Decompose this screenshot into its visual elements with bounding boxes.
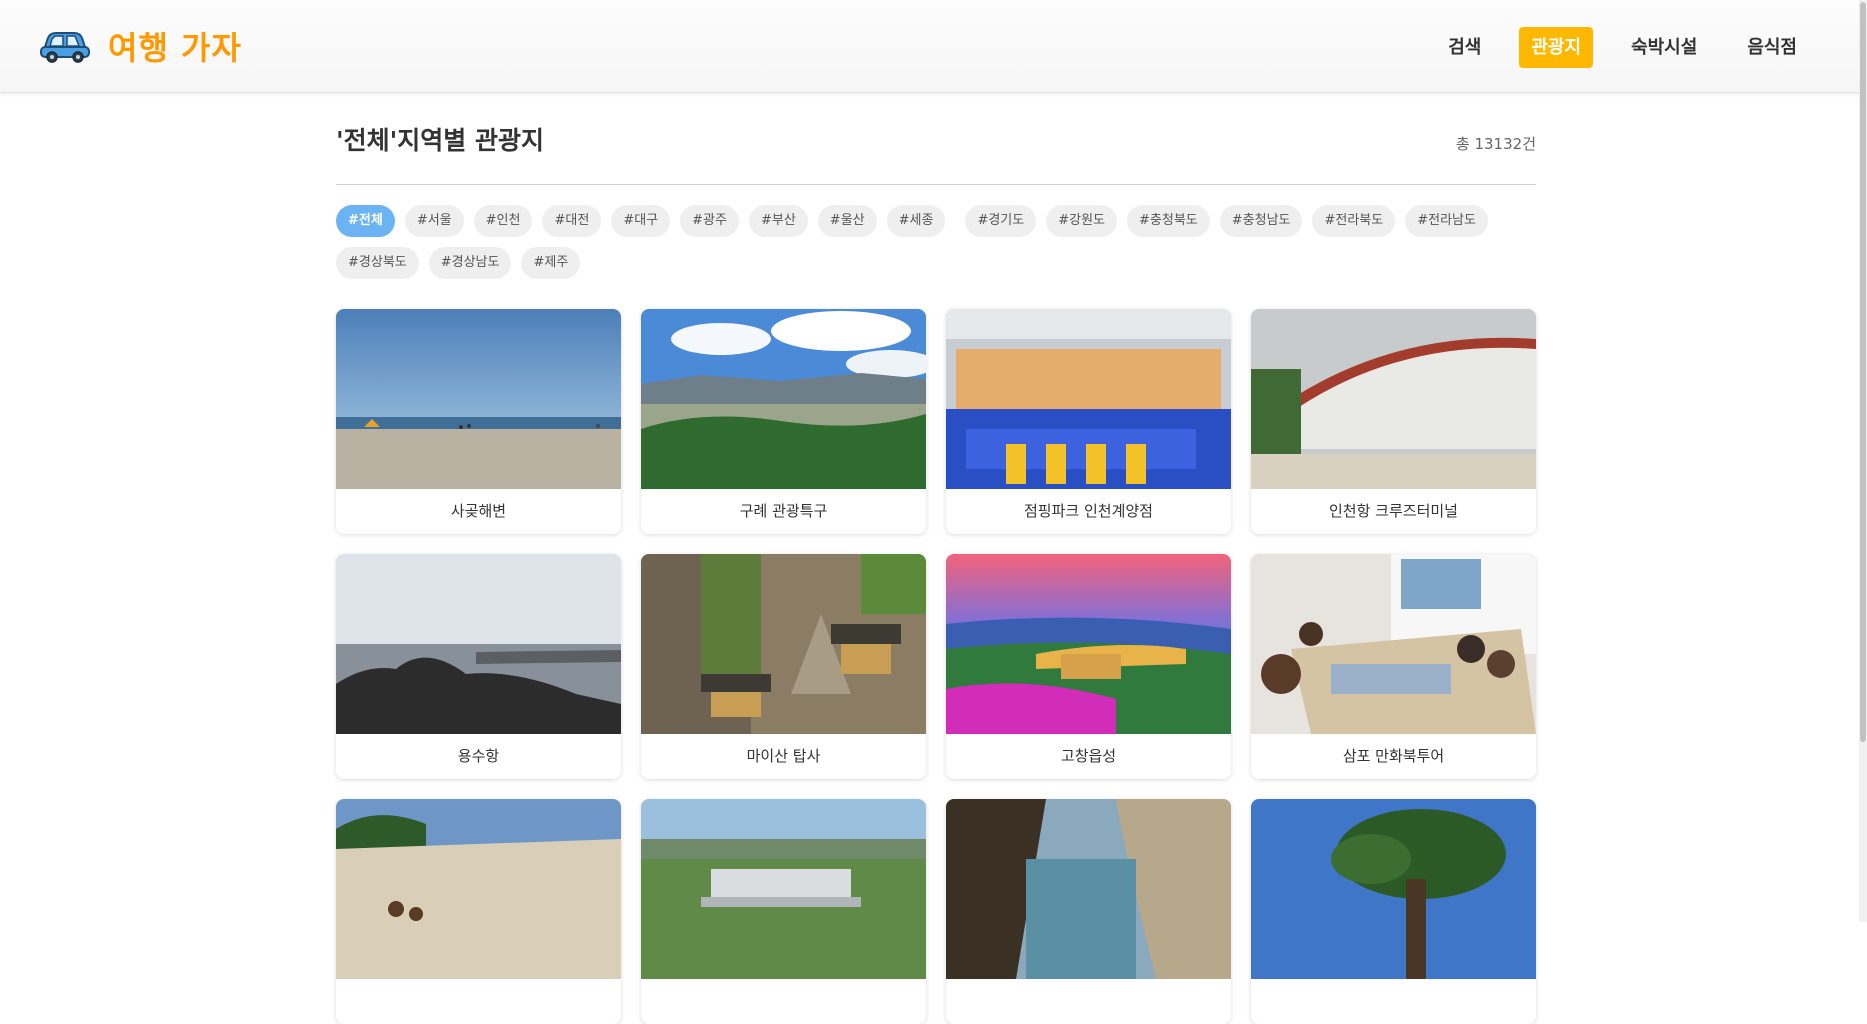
attraction-card[interactable]: 고창읍성 xyxy=(946,554,1231,779)
tag-daegu[interactable]: #대구 xyxy=(611,205,671,237)
tag-gwangju[interactable]: #광주 xyxy=(680,205,739,237)
attraction-name xyxy=(336,979,621,1024)
attraction-card[interactable] xyxy=(946,799,1231,1024)
beach-photo xyxy=(336,309,621,489)
stone-tower-temple-photo xyxy=(641,554,926,734)
attraction-name: 고창읍성 xyxy=(1060,747,1117,765)
tag-busan[interactable]: #부산 xyxy=(748,205,808,237)
tag-seoul[interactable]: #서울 xyxy=(404,205,464,237)
tag-jeonnam[interactable]: #전라남도 xyxy=(1405,205,1488,237)
attraction-name: 사곶해변 xyxy=(450,502,507,520)
nav-search[interactable]: 검색 xyxy=(1436,27,1493,68)
museum-building-photo xyxy=(641,799,926,979)
page-scrollbar[interactable] xyxy=(1859,0,1867,922)
title-row: '전체'지역별 관광지 총 13132건 xyxy=(336,93,1536,185)
attraction-grid: 사곶해변 구례 관광특구 점핑파크 인천계양점 인천항 크루즈터미널 용수항 마… xyxy=(336,309,1536,1024)
attraction-card[interactable] xyxy=(1251,799,1536,1024)
cruise-terminal-photo xyxy=(1251,309,1536,489)
site-header: 여행 가자 검색 관광지 숙박시설 음식점 xyxy=(0,0,1867,93)
page-title: '전체'지역별 관광지 xyxy=(336,126,545,155)
region-tags: #전체 #서울 #인천 #대전 #대구 #광주 #부산 #울산 #세종 #경기도… xyxy=(336,205,1536,289)
fortress-flowers-photo xyxy=(946,554,1231,734)
attraction-name: 인천항 크루즈터미널 xyxy=(1329,502,1458,520)
tag-ulsan[interactable]: #울산 xyxy=(817,205,877,237)
attraction-name xyxy=(946,979,1231,1024)
tag-chungbuk[interactable]: #충청북도 xyxy=(1127,205,1210,237)
tag-sejong[interactable]: #세종 xyxy=(886,205,946,237)
tag-gyeongnam[interactable]: #경상남도 xyxy=(428,247,512,279)
attraction-card[interactable] xyxy=(641,799,926,1024)
attraction-name: 삼포 만화북투어 xyxy=(1342,747,1445,765)
sea-cliff-photo xyxy=(946,799,1231,979)
main-content: '전체'지역별 관광지 총 13132건 #전체 #서울 #인천 #대전 #대구… xyxy=(336,93,1536,1024)
result-count: 총 13132건 xyxy=(1455,135,1536,153)
nav-restaurants[interactable]: 음식점 xyxy=(1735,27,1809,68)
tag-chungnam[interactable]: #충청남도 xyxy=(1219,205,1303,237)
logo[interactable]: 여행 가자 xyxy=(38,22,242,70)
attraction-card[interactable]: 인천항 크루즈터미널 xyxy=(1251,309,1536,534)
tag-all[interactable]: #전체 xyxy=(336,205,395,237)
logo-text: 여행 가자 xyxy=(108,29,242,67)
main-nav: 검색 관광지 숙박시설 음식점 xyxy=(1410,27,1809,68)
tag-gyeonggi[interactable]: #경기도 xyxy=(965,205,1037,237)
attraction-name xyxy=(1251,979,1536,1024)
tag-jeonbuk[interactable]: #전라북도 xyxy=(1312,205,1396,237)
meeting-room-photo xyxy=(1251,554,1536,734)
attraction-name: 구례 관광특구 xyxy=(739,502,828,520)
tag-daejeon[interactable]: #대전 xyxy=(542,205,602,237)
attraction-name: 용수항 xyxy=(457,747,500,765)
attraction-card[interactable]: 사곶해변 xyxy=(336,309,621,534)
attraction-card[interactable]: 점핑파크 인천계양점 xyxy=(946,309,1231,534)
tag-gyeongbuk[interactable]: #경상북도 xyxy=(336,247,419,279)
tag-gangwon[interactable]: #강원도 xyxy=(1046,205,1118,237)
jumping-park-photo xyxy=(946,309,1231,489)
attraction-card[interactable]: 마이산 탑사 xyxy=(641,554,926,779)
nav-lodging[interactable]: 숙박시설 xyxy=(1619,27,1709,68)
attraction-card[interactable]: 구례 관광특구 xyxy=(641,309,926,534)
attraction-name: 마이산 탑사 xyxy=(746,747,821,765)
attraction-card[interactable]: 삼포 만화북투어 xyxy=(1251,554,1536,779)
sand-dune-photo xyxy=(336,799,621,979)
attraction-card[interactable] xyxy=(336,799,621,1024)
old-tree-photo xyxy=(1251,799,1536,979)
valley-photo xyxy=(641,309,926,489)
scrollbar-thumb[interactable] xyxy=(1860,2,1866,742)
tag-jeju[interactable]: #제주 xyxy=(521,247,581,279)
tag-incheon[interactable]: #인천 xyxy=(473,205,533,237)
attraction-card[interactable]: 용수항 xyxy=(336,554,621,779)
attraction-name xyxy=(641,979,926,1024)
attraction-name: 점핑파크 인천계양점 xyxy=(1024,502,1153,520)
nav-attractions[interactable]: 관광지 xyxy=(1519,27,1594,68)
car-icon xyxy=(40,32,90,63)
rocky-coast-photo xyxy=(336,554,621,734)
